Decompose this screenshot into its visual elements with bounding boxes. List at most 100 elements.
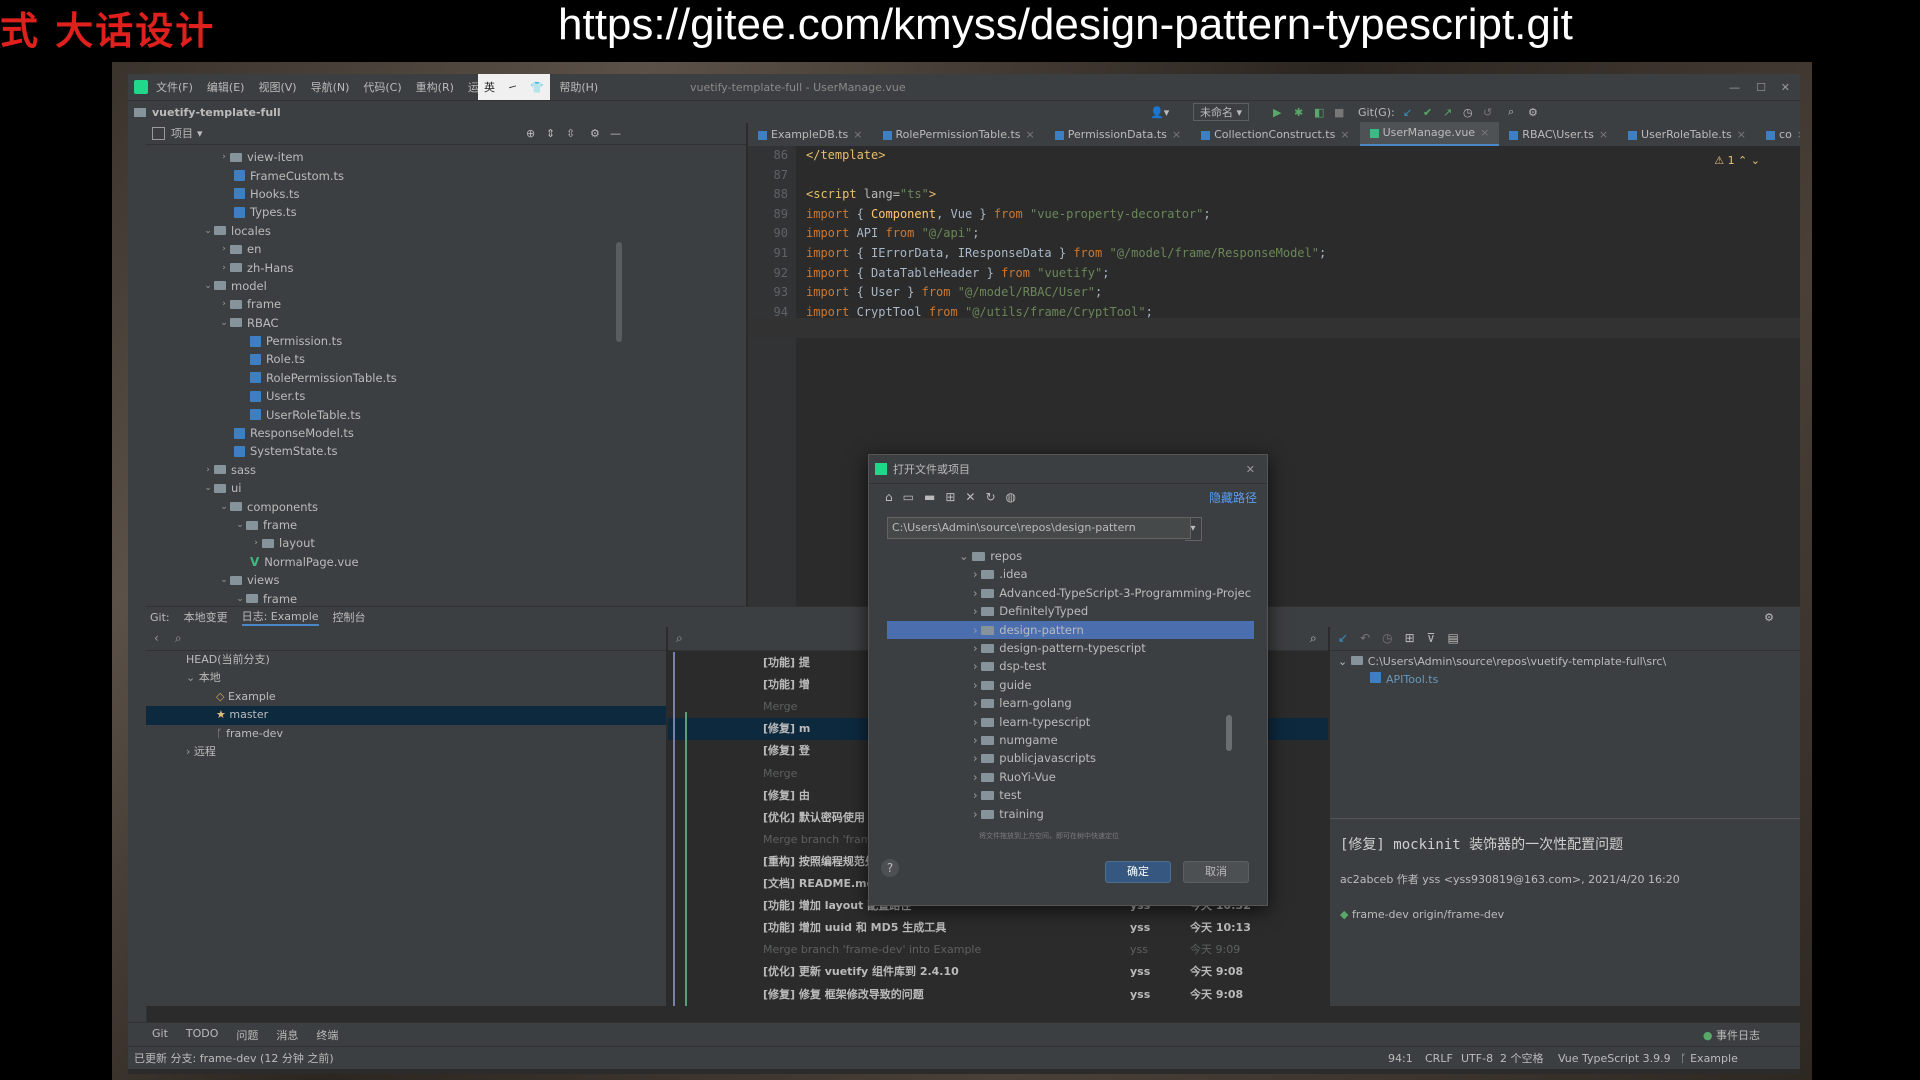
project-name[interactable]: vuetify-template-full (152, 106, 281, 119)
gear-icon[interactable]: ⚙ (1764, 611, 1774, 624)
folder-tree-item[interactable]: › .idea (887, 565, 1254, 583)
git-rollback-icon[interactable]: ↺ (1483, 106, 1492, 119)
project-tree-item[interactable]: ⌄ views (146, 571, 746, 589)
project-tree-item[interactable]: › en (146, 240, 746, 258)
language-service[interactable]: Vue TypeScript 3.9.9 (1558, 1052, 1671, 1065)
menu-item[interactable]: 重构(R) (416, 79, 454, 95)
chevron-right-icon[interactable]: › (973, 696, 981, 710)
chevron-right-icon[interactable]: › (973, 678, 981, 692)
project-tree-item[interactable]: Hooks.ts (146, 185, 746, 203)
gear-icon[interactable]: ⚙ (590, 127, 600, 140)
chevron-right-icon[interactable]: › (973, 659, 981, 673)
project-tree-item[interactable]: Types.ts (146, 203, 746, 221)
branch-item[interactable]: › 远程 (146, 743, 666, 761)
chevron-right-icon[interactable]: › (218, 299, 230, 309)
project-tree-item[interactable]: Permission.ts (146, 332, 746, 350)
changed-file[interactable]: APITool.ts (1386, 673, 1438, 686)
chevron-right-icon[interactable]: › (973, 807, 981, 821)
git-tab[interactable]: 控制台 (333, 609, 366, 625)
cancel-button[interactable]: 取消 (1183, 861, 1249, 883)
project-tree-item[interactable]: ⌄ frame (146, 516, 746, 534)
chevron-down-icon[interactable]: ⌄ (218, 318, 230, 328)
git-tab[interactable]: 日志: Example (241, 608, 319, 626)
project-tree-item[interactable]: ⌄ RBAC (146, 314, 746, 332)
indent-setting[interactable]: 2 个空格 (1500, 1050, 1544, 1066)
chevron-right-icon[interactable]: › (973, 788, 981, 802)
home-icon[interactable]: ⌂ (885, 490, 893, 504)
project-tree-item[interactable]: ResponseModel.ts (146, 424, 746, 442)
project-panel-title[interactable]: 项目 (171, 125, 193, 141)
tool-window-button[interactable]: TODO (186, 1027, 219, 1043)
chevron-down-icon[interactable]: ⌄ (234, 594, 246, 604)
chevron-right-icon[interactable]: › (973, 715, 981, 729)
commit-row[interactable]: Merge branch 'frame-dev' into Example yss… (668, 939, 1328, 961)
tree-scrollbar[interactable] (1226, 715, 1232, 751)
chevron-right-icon[interactable]: › (973, 641, 981, 655)
chevron-right-icon[interactable]: › (973, 604, 981, 618)
project-scrollbar[interactable] (616, 242, 622, 342)
coverage-icon[interactable]: ◧ (1314, 106, 1324, 119)
run-icon[interactable]: ▶ (1273, 106, 1281, 119)
expand-all-icon[interactable]: ⇕ (546, 127, 555, 140)
chevron-down-icon[interactable]: ⌄ (959, 549, 972, 563)
folder-tree-item[interactable]: › design-pattern-typescript (887, 639, 1254, 657)
ime-punct-toggle[interactable]: ㇀ (507, 79, 518, 95)
editor-tab[interactable]: UserManage.vue × (1359, 122, 1500, 146)
pull-icon[interactable]: ↙ (1338, 631, 1348, 645)
project-tree-item[interactable]: ⌄ locales (146, 222, 746, 240)
commit-row[interactable]: [功能] 增加 uuid 和 MD5 生成工具 yss 今天 10:13 (668, 917, 1328, 939)
branch-item[interactable]: ◇ Example (146, 688, 666, 706)
history-icon[interactable]: ◷ (1382, 631, 1392, 645)
menu-item[interactable]: 导航(N) (311, 79, 350, 95)
close-tab-icon[interactable]: × (1797, 124, 1800, 146)
run-config-select[interactable]: 未命名 ▾ (1193, 103, 1250, 121)
project-tree-item[interactable]: ⌄ frame (146, 589, 746, 607)
settings-icon[interactable]: ⚙ (1528, 106, 1538, 119)
search-icon[interactable]: ⌕ (175, 631, 182, 646)
editor-tab[interactable]: co × (1756, 124, 1800, 146)
project-tree-item[interactable]: Role.ts (146, 350, 746, 368)
show-hidden-icon[interactable]: ◍ (1006, 490, 1016, 504)
chevron-right-icon[interactable]: › (218, 244, 230, 254)
project-tree-item[interactable]: FrameCustom.ts (146, 166, 746, 184)
close-tab-icon[interactable]: × (1480, 122, 1489, 144)
collapse-all-icon[interactable]: ⇳ (566, 127, 575, 140)
folder-tree-item[interactable]: › learn-golang (887, 694, 1254, 712)
chevron-right-icon[interactable]: › (250, 538, 262, 548)
folder-tree-item[interactable]: › learn-typescript (887, 713, 1254, 731)
tool-window-button[interactable]: Git (152, 1027, 168, 1043)
chevron-right-icon[interactable]: › (973, 586, 981, 600)
ime-english-toggle[interactable]: 英 (484, 79, 495, 95)
project-tree-item[interactable]: › zh-Hans (146, 258, 746, 276)
chevron-right-icon[interactable]: › (218, 263, 230, 273)
chevron-right-icon[interactable]: › (218, 152, 230, 162)
group-icon[interactable]: ⊞ (1405, 631, 1415, 645)
folder-tree-item[interactable]: › design-pattern (887, 620, 1254, 639)
close-tab-icon[interactable]: × (1026, 124, 1035, 146)
close-tab-icon[interactable]: × (853, 124, 862, 146)
chevron-down-icon[interactable]: ⌄ (1338, 655, 1351, 668)
line-separator[interactable]: CRLF (1425, 1052, 1453, 1065)
filter-icon[interactable]: ⊽ (1427, 631, 1436, 645)
project-tree-item[interactable]: › frame (146, 295, 746, 313)
chevron-down-icon[interactable]: ⌄ (202, 281, 214, 291)
git-push-icon[interactable]: ↗ (1443, 106, 1452, 119)
find-icon[interactable]: ⌕ (1310, 631, 1317, 646)
tool-window-button[interactable]: 消息 (276, 1027, 298, 1043)
hide-path-link[interactable]: 隐藏路径 (1209, 489, 1257, 506)
close-tab-icon[interactable]: × (1172, 124, 1181, 146)
git-history-icon[interactable]: ◷ (1463, 106, 1473, 119)
chevron-down-icon[interactable]: ⌄ (218, 502, 230, 512)
refresh-icon[interactable]: ↻ (985, 490, 995, 504)
menu-item[interactable]: 视图(V) (258, 79, 296, 95)
delete-icon[interactable]: ✕ (965, 490, 975, 504)
project-tree-item[interactable]: ⌄ model (146, 277, 746, 295)
chevron-down-icon[interactable]: ⌄ (234, 520, 246, 530)
chevron-right-icon[interactable]: › (973, 751, 981, 765)
branch-item[interactable]: ᚴ frame-dev (146, 725, 666, 743)
branch-item[interactable]: ⌄ 本地 (146, 669, 666, 687)
ime-skin-icon[interactable]: 👕 (530, 81, 544, 94)
stop-icon[interactable]: ■ (1334, 106, 1344, 119)
log-search-icon[interactable]: ⌕ (676, 631, 683, 646)
project-tree-item[interactable]: › view-item (146, 148, 746, 166)
